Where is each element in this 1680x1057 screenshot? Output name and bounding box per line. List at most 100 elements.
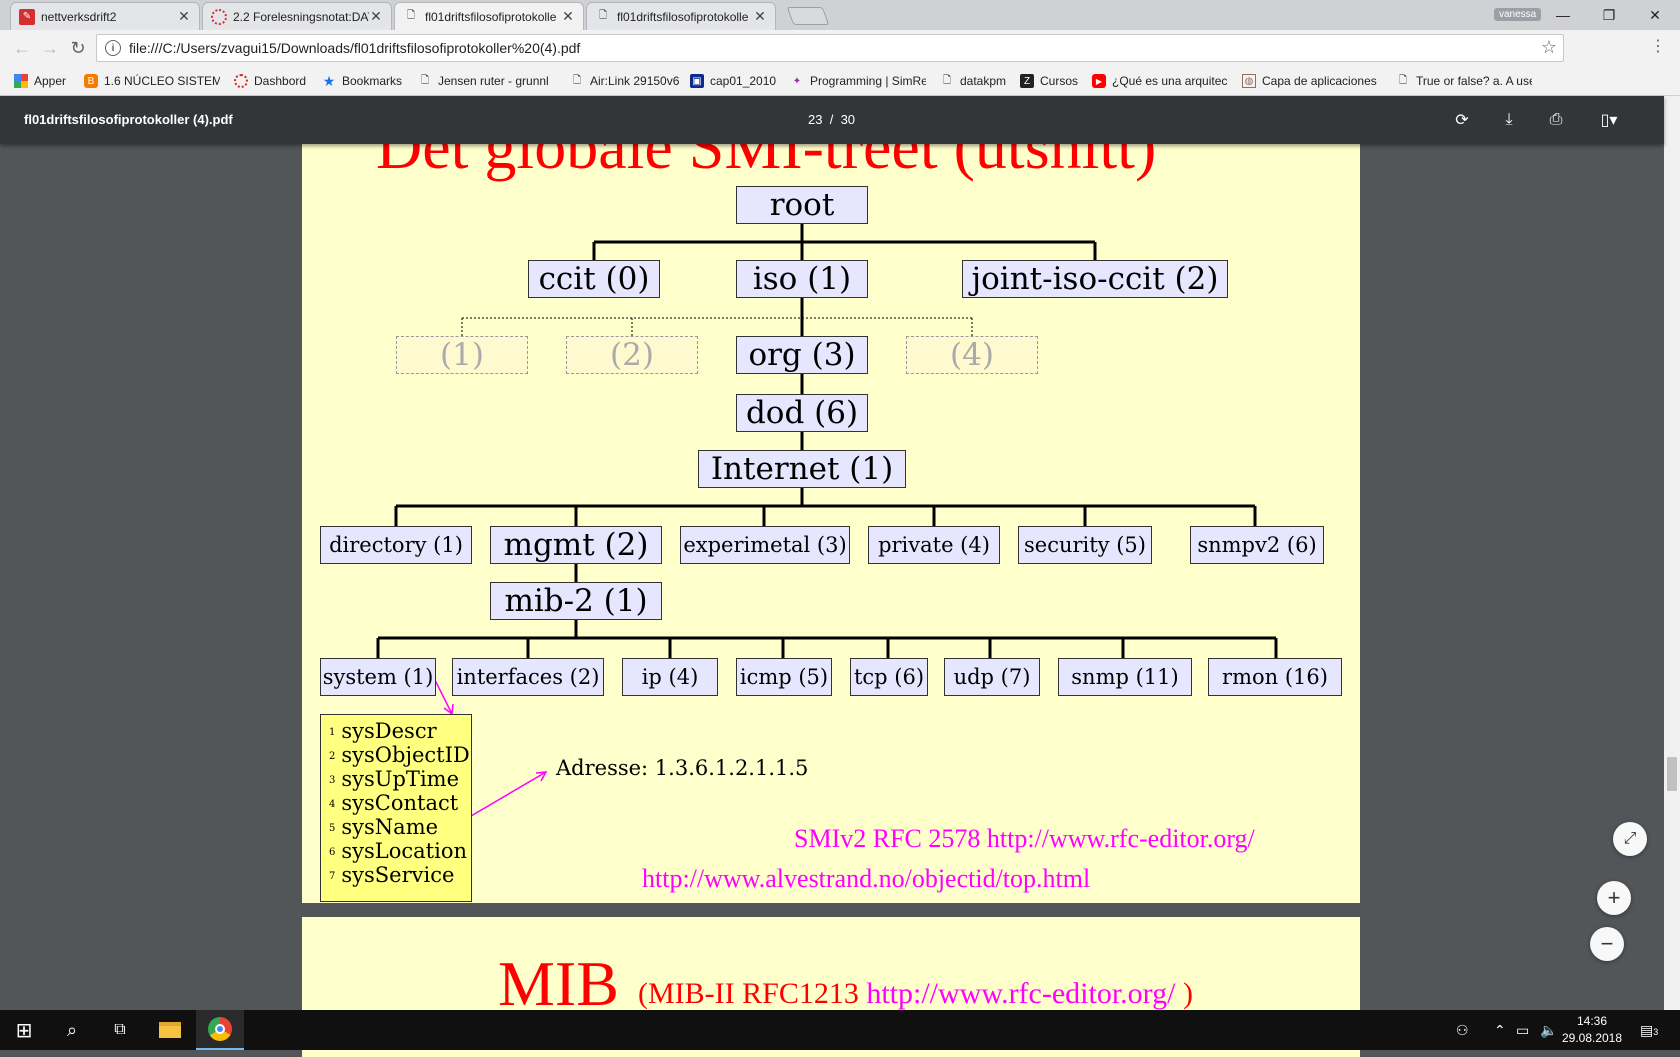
rotate-icon[interactable]: ⟳ <box>1450 108 1474 132</box>
node-iso: iso (1) <box>736 260 868 298</box>
print-icon[interactable]: ⎙ <box>1544 108 1568 132</box>
download-icon[interactable]: ⤓ <box>1497 108 1521 132</box>
bookmark-label: Cursos <box>1040 74 1079 88</box>
zoom-in-button[interactable]: + <box>1597 881 1631 915</box>
node-ccit: ccit (0) <box>528 260 660 298</box>
bookmark-item[interactable]: 🗋 True or false? a. A use <box>1396 72 1532 90</box>
bookmark-item[interactable]: Dashbord <box>234 72 306 90</box>
slide2-rfc-link[interactable]: http://www.rfc-editor.org/ <box>866 977 1175 1010</box>
profile-chip[interactable]: vanessa <box>1494 8 1542 21</box>
close-icon[interactable]: ✕ <box>369 8 383 25</box>
node-snmp: snmp (11) <box>1058 658 1192 696</box>
tab-4[interactable]: 🗋 fl01driftsfilosofiprotokolle ✕ <box>586 2 776 30</box>
reload-button[interactable]: ↻ <box>66 36 90 60</box>
back-button[interactable]: ← <box>10 36 34 60</box>
system-item: 1 sysDescr <box>329 719 437 743</box>
page-icon: 🗋 <box>598 10 608 21</box>
volume-icon[interactable]: 🔈 <box>1540 1022 1557 1039</box>
page-sep: / <box>829 112 834 127</box>
system-item: 2 sysObjectID <box>329 743 470 767</box>
page-icon: 🗋 <box>406 10 416 21</box>
close-window-button[interactable]: ✕ <box>1632 0 1678 30</box>
close-icon[interactable]: ✕ <box>561 8 575 25</box>
task-view-icon[interactable]: ⧉ <box>96 1010 144 1050</box>
system-item: 3 sysUpTime <box>329 767 459 791</box>
chrome-icon[interactable] <box>196 1010 244 1050</box>
page-current[interactable]: 23 <box>808 112 822 127</box>
notification-icon[interactable]: ▤3 <box>1640 1022 1658 1039</box>
node-root: root <box>736 186 868 224</box>
url-text: file:///C:/Users/zvagui15/Downloads/fl01… <box>129 40 581 56</box>
minimize-button[interactable]: — <box>1540 0 1586 30</box>
site-icon: ◍ <box>1242 74 1256 88</box>
bookmark-item[interactable]: ★ Bookmarks <box>322 72 402 90</box>
bookmark-item[interactable]: B 1.6 NÚCLEO SISTEMA <box>84 72 220 90</box>
node-mgmt: mgmt (2) <box>490 526 662 564</box>
chevron-up-icon[interactable]: ⌃ <box>1494 1022 1506 1039</box>
close-icon[interactable]: ✕ <box>753 8 767 25</box>
bookmark-dropdown-icon[interactable]: ▯▾ <box>1592 108 1626 132</box>
site-icon: ✦ <box>792 75 802 87</box>
page-icon: 🗋 <box>420 74 430 86</box>
taskbar-clock[interactable]: 14:36 29.08.2018 <box>1556 1013 1628 1047</box>
node-experimental: experimetal (3) <box>680 526 850 564</box>
bookmark-label: cap01_2010 <box>710 74 777 88</box>
scrollbar-thumb[interactable] <box>1667 757 1677 791</box>
fit-page-button[interactable]: ⤢ <box>1613 822 1647 856</box>
youtube-icon: ▶ <box>1092 74 1106 88</box>
page-icon: 🗋 <box>572 74 582 86</box>
address-bar[interactable]: i file:///C:/Users/zvagui15/Downloads/fl… <box>96 34 1564 62</box>
bookmark-item[interactable]: 🗋 Jensen ruter - grunnl <box>418 72 554 90</box>
bookmark-item[interactable]: Apper <box>14 72 66 90</box>
forward-button[interactable]: → <box>38 36 62 60</box>
node-dod: dod (6) <box>736 394 868 432</box>
system-item: 5 sysName <box>329 815 439 839</box>
tab-1[interactable]: ✎ nettverksdrift2 ✕ <box>10 2 200 30</box>
node-directory: directory (1) <box>320 526 472 564</box>
node-org: org (3) <box>736 336 868 374</box>
zoom-out-button[interactable]: − <box>1590 927 1624 961</box>
bookmark-item[interactable]: 🗋 datakpm <box>940 72 1006 90</box>
node-internet: Internet (1) <box>698 450 906 488</box>
people-icon[interactable]: ⚇ <box>1456 1022 1469 1039</box>
bookmark-label: Bookmarks <box>342 74 403 88</box>
pdf-toolbar: fl01driftsfilosofiprotokoller (4).pdf 23… <box>0 96 1664 144</box>
tab-title: fl01driftsfilosofiprotokolle <box>617 9 749 24</box>
search-icon[interactable]: ⌕ <box>48 1010 96 1050</box>
bookmark-label: datakpm <box>960 74 1007 88</box>
star-icon: ★ <box>322 72 336 89</box>
bookmark-item[interactable]: ▶ ¿Qué es una arquitec <box>1092 72 1228 90</box>
tab-title: 2.2 Forelesningsnotat:DAT <box>233 9 369 24</box>
windows-start-icon[interactable]: ⊞ <box>0 1010 48 1050</box>
close-icon[interactable]: ✕ <box>177 8 191 25</box>
star-icon[interactable]: ☆ <box>1541 37 1557 58</box>
circle-icon <box>234 74 248 88</box>
bookmark-label: Capa de aplicaciones <box>1262 74 1377 88</box>
system-item: 7 sysService <box>329 863 455 887</box>
tab-strip: ✎ nettverksdrift2 ✕ 2.2 Forelesningsnota… <box>0 0 1680 30</box>
notification-count: 3 <box>1653 1027 1659 1037</box>
scrollbar-track[interactable] <box>1664 96 1680 1010</box>
bookmark-item[interactable]: ▣ cap01_2010 <box>690 72 776 90</box>
page-icon: 🗋 <box>942 74 952 86</box>
tab-3[interactable]: 🗋 fl01driftsfilosofiprotokolle ✕ <box>394 2 584 30</box>
info-icon[interactable]: i <box>105 40 121 56</box>
new-tab-button[interactable] <box>786 7 830 25</box>
network-icon[interactable]: ▭ <box>1516 1022 1529 1039</box>
bookmark-item[interactable]: Z Cursos <box>1020 72 1078 90</box>
system-group-list: 1 sysDescr 2 sysObjectID 3 sysUpTime 4 sysCo… <box>320 714 472 902</box>
bookmark-item[interactable]: ◍ Capa de aplicaciones <box>1242 72 1378 90</box>
ref-link-rfc2578[interactable]: SMIv2 RFC 2578 http://www.rfc-editor.org… <box>794 824 1255 854</box>
bookmark-item[interactable]: 🗋 Air:Link 29150v6 <box>570 72 679 90</box>
slide2-subtitle: (MIB-II RFC1213 http://www.rfc-editor.or… <box>638 977 1193 1010</box>
restore-button[interactable]: ❐ <box>1586 0 1632 30</box>
node-ghost-2: (2) <box>566 336 698 374</box>
site-icon: Z <box>1020 74 1034 88</box>
tab-2[interactable]: 2.2 Forelesningsnotat:DAT ✕ <box>202 2 392 30</box>
menu-icon[interactable]: ⋮ <box>1650 36 1666 56</box>
file-explorer-icon[interactable] <box>146 1010 194 1050</box>
bookmark-item[interactable]: ✦ Programming | SimRe <box>790 72 926 90</box>
node-system: system (1) <box>320 658 436 696</box>
node-joint-iso-ccit: joint-iso-ccit (2) <box>962 260 1228 298</box>
ref-link-alvestrand[interactable]: http://www.alvestrand.no/objectid/top.ht… <box>642 864 1090 894</box>
